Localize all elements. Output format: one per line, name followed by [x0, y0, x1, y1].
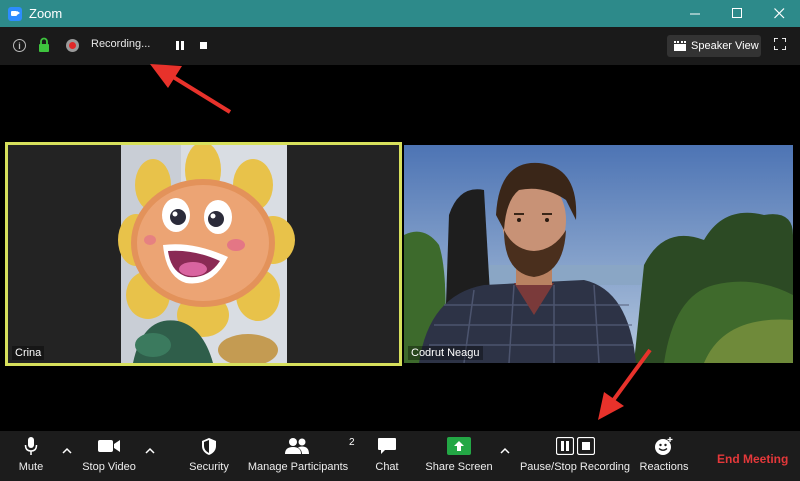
stop-recording-button[interactable] [200, 42, 207, 49]
reactions-label: Reactions [639, 461, 689, 473]
chevron-up-icon[interactable] [500, 446, 510, 456]
meeting-topbar: i Recording... Speaker View [0, 27, 800, 65]
manage-participants-button[interactable]: 2 Manage Participants [247, 431, 355, 481]
annotation-arrow-recording [150, 64, 232, 114]
security-button[interactable]: Security [187, 431, 231, 481]
security-label: Security [189, 461, 229, 473]
participant-name-label: Crina [12, 346, 45, 360]
speaker-view-button[interactable]: Speaker View [667, 35, 761, 57]
mute-label: Mute [18, 461, 44, 473]
stop-video-button[interactable]: Stop Video [80, 431, 138, 481]
close-icon [773, 8, 784, 19]
share-screen-icon [447, 437, 471, 455]
window-controls [674, 0, 800, 27]
window-title: Zoom [29, 6, 63, 21]
participant-video-sunflower [8, 145, 399, 363]
pause-stop-recording-label: Pause/Stop Recording [519, 461, 631, 473]
chat-bubble-icon [378, 438, 396, 454]
maximize-icon [731, 8, 742, 18]
participant-video-codrut [404, 145, 793, 363]
chat-button[interactable]: Chat [372, 431, 402, 481]
participants-icon [285, 438, 309, 454]
window-titlebar: Zoom [0, 0, 800, 27]
manage-participants-label: Manage Participants [247, 461, 349, 473]
participant-name-label: Codrut Neagu [408, 346, 483, 360]
maximize-button[interactable] [716, 0, 758, 27]
end-meeting-button[interactable]: End Meeting [717, 452, 788, 466]
pause-recording-button[interactable] [175, 40, 185, 50]
share-screen-label: Share Screen [425, 461, 493, 473]
meeting-info-icon[interactable]: i [13, 39, 26, 52]
chevron-up-icon[interactable] [145, 446, 155, 456]
mute-button[interactable]: Mute [12, 431, 50, 481]
minimize-button[interactable] [674, 0, 716, 27]
pause-icon [555, 437, 574, 455]
recording-status: Recording... [91, 38, 151, 50]
view-layout-icon [674, 41, 686, 51]
fullscreen-icon[interactable] [774, 38, 786, 50]
reactions-button[interactable]: Reactions [640, 431, 688, 481]
shield-icon [202, 437, 216, 455]
chevron-up-icon[interactable] [62, 446, 72, 456]
minimize-icon [689, 13, 700, 15]
pause-stop-recording-button[interactable]: Pause/Stop Recording [519, 431, 631, 481]
video-tile-codrut[interactable]: Codrut Neagu [404, 145, 793, 363]
close-button[interactable] [758, 0, 800, 27]
share-screen-button[interactable]: Share Screen [425, 431, 493, 481]
stop-icon [576, 437, 595, 455]
chat-label: Chat [375, 461, 399, 473]
recording-indicator-icon [66, 39, 79, 52]
speaker-view-label: Speaker View [691, 40, 759, 52]
meeting-toolbar: Mute Stop Video Security 2 Manage Partic… [0, 431, 800, 481]
zoom-logo-icon [8, 6, 22, 21]
microphone-icon [24, 437, 38, 455]
participant-count-badge: 2 [349, 437, 355, 448]
video-camera-icon [98, 440, 120, 452]
stop-video-label: Stop Video [82, 461, 136, 473]
smiley-icon [655, 437, 673, 455]
lock-icon [39, 37, 49, 52]
video-tile-crina[interactable]: Crina [5, 142, 402, 366]
encryption-lock-icon[interactable] [38, 37, 50, 53]
